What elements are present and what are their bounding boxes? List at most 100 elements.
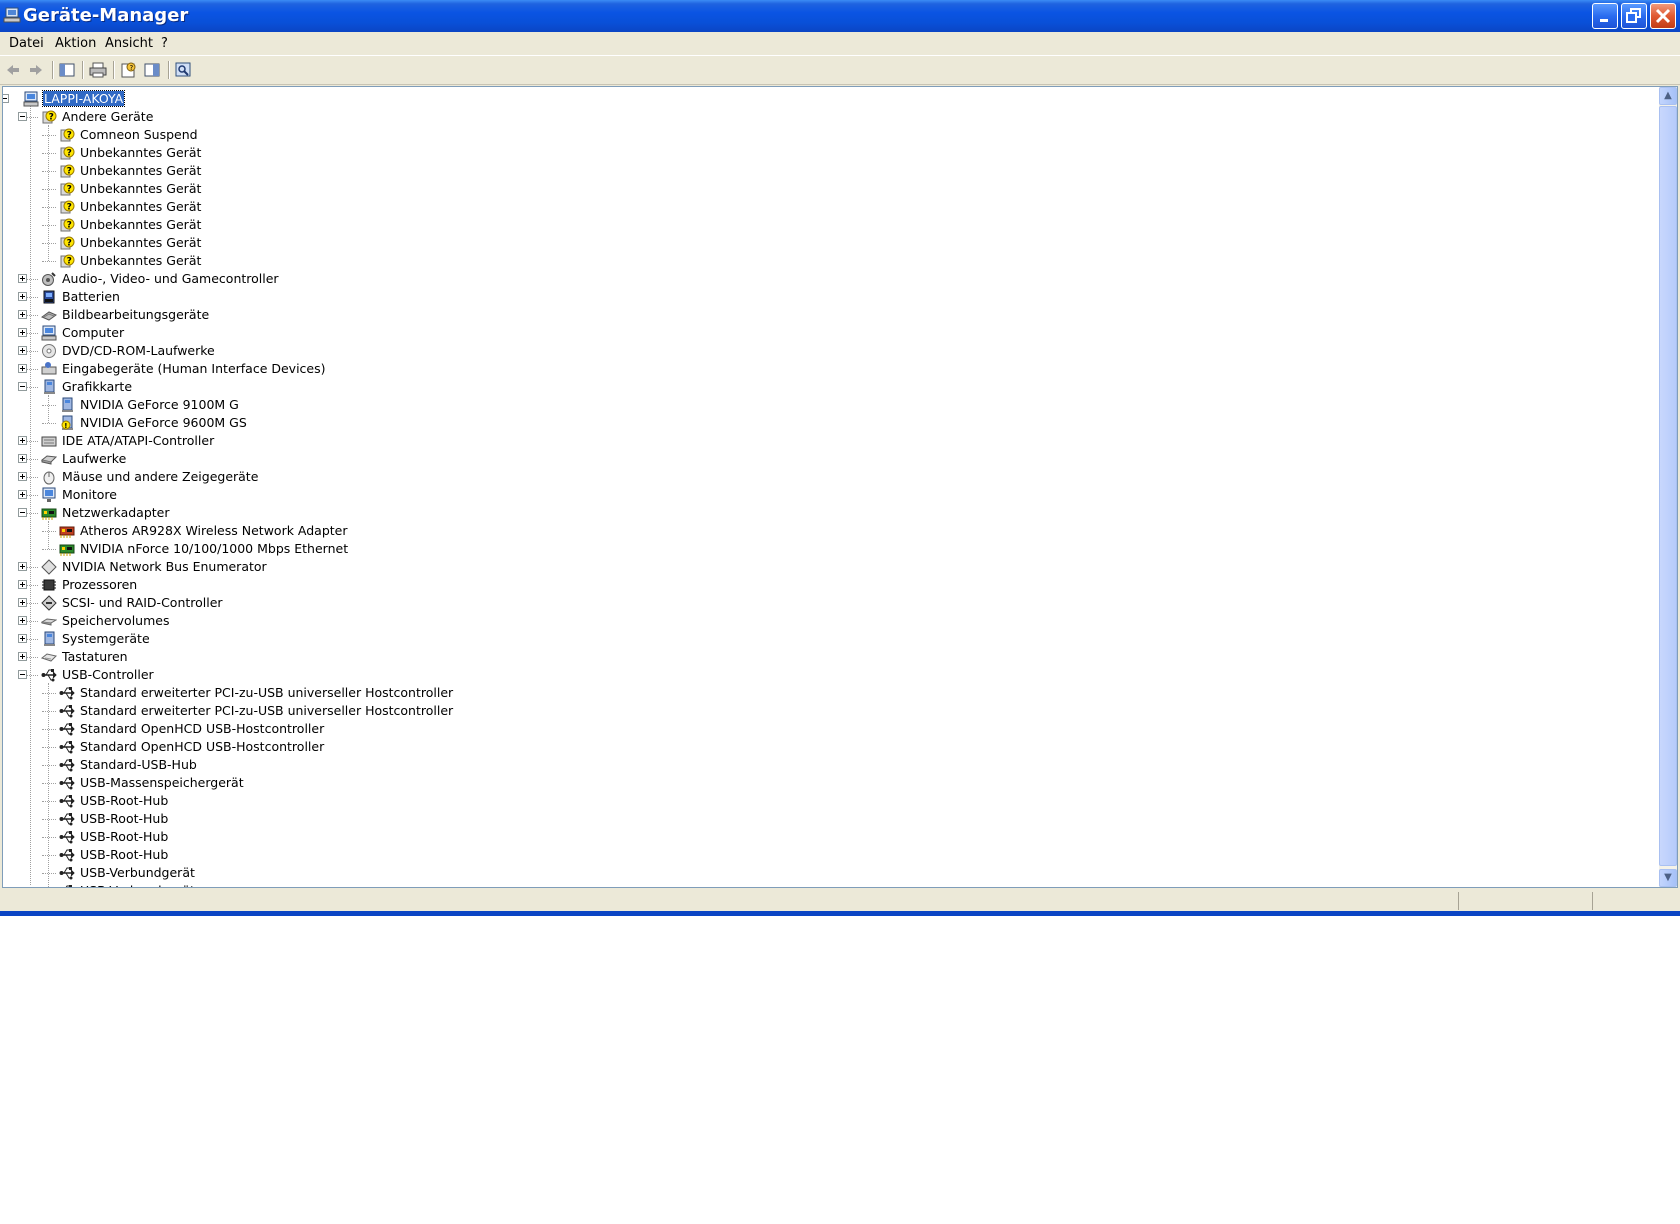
menu-help[interactable]: ? xyxy=(161,36,168,51)
status-panel-divider xyxy=(1458,892,1460,910)
menu-datei[interactable]: Datei xyxy=(9,36,44,51)
svg-text:?: ? xyxy=(130,64,134,72)
vertical-scrollbar[interactable]: ▲ ▼ xyxy=(1659,87,1677,887)
status-bar xyxy=(0,889,1680,913)
svg-text:?: ? xyxy=(49,113,54,123)
usb-icon xyxy=(41,667,57,683)
category-label: DVD/CD-ROM-Laufwerke xyxy=(62,343,215,358)
root-label: LAPPI-AKOYA xyxy=(41,90,126,107)
expand-toggle[interactable] xyxy=(18,580,27,589)
title-bar[interactable]: Geräte-Manager xyxy=(0,0,1680,32)
svg-text:?: ? xyxy=(67,203,72,213)
category-label: Laufwerke xyxy=(62,451,127,466)
help-pane-icon[interactable] xyxy=(141,60,163,80)
expand-toggle[interactable] xyxy=(18,472,27,481)
device-manager-window: Geräte-Manager Datei Aktion Ansicht ? ? xyxy=(0,0,1680,916)
toolbar-separator xyxy=(168,61,170,79)
category-label: Computer xyxy=(62,325,125,340)
device-label: USB-Root-Hub xyxy=(80,829,169,844)
print-icon[interactable] xyxy=(87,60,109,80)
category-label: Eingabegeräte (Human Interface Devices) xyxy=(62,361,326,376)
dvd-icon xyxy=(41,343,57,359)
scrollbar-thumb[interactable] xyxy=(1659,106,1677,866)
category-label: Speichervolumes xyxy=(62,613,170,628)
scan-hardware-icon[interactable] xyxy=(172,60,194,80)
collapse-toggle[interactable] xyxy=(3,94,9,103)
disk-drive-icon xyxy=(40,451,58,467)
collapse-toggle[interactable] xyxy=(18,382,27,391)
show-hide-tree-icon[interactable] xyxy=(56,60,78,80)
usb-icon xyxy=(59,811,75,827)
minimize-button[interactable] xyxy=(1592,3,1618,29)
tree-connector xyxy=(42,693,56,694)
device-tree-pane[interactable]: LAPPI-AKOYA? Andere Geräte? Comneon Suspen… xyxy=(2,86,1678,888)
expand-toggle[interactable] xyxy=(18,328,27,337)
category-label: Batterien xyxy=(62,289,120,304)
menu-aktion[interactable]: Aktion xyxy=(55,36,96,51)
close-button[interactable] xyxy=(1650,3,1676,29)
collapse-toggle[interactable] xyxy=(18,670,27,679)
scsi-icon xyxy=(41,595,57,611)
device-label: Standard erweiterter PCI-zu-USB universe… xyxy=(80,703,454,718)
tree-connector xyxy=(42,531,56,532)
ide-icon xyxy=(41,433,57,449)
device-label: NVIDIA GeForce 9600M GS xyxy=(80,415,247,430)
restore-button[interactable] xyxy=(1621,3,1647,29)
expand-toggle[interactable] xyxy=(18,364,27,373)
tree-guide-line xyxy=(48,521,49,549)
computer-icon xyxy=(41,325,57,341)
device-label: Unbekanntes Gerät xyxy=(80,217,202,232)
svg-text:!: ! xyxy=(64,422,67,430)
expand-toggle[interactable] xyxy=(18,634,27,643)
expand-toggle[interactable] xyxy=(18,292,27,301)
toolbar-separator xyxy=(52,61,54,79)
expand-toggle[interactable] xyxy=(18,436,27,445)
expand-toggle[interactable] xyxy=(18,490,27,499)
usb-icon xyxy=(59,685,75,701)
unknown-device-icon: ? xyxy=(59,145,75,161)
expand-toggle[interactable] xyxy=(18,346,27,355)
usb-icon xyxy=(59,865,75,881)
device-label: Standard-USB-Hub xyxy=(80,757,197,772)
properties-icon[interactable]: ? xyxy=(117,60,139,80)
expand-toggle[interactable] xyxy=(18,562,27,571)
tree-connector xyxy=(42,855,56,856)
category-label: Tastaturen xyxy=(62,649,128,664)
device-label: USB-Root-Hub xyxy=(80,811,169,826)
category-label: Audio-, Video- und Gamecontroller xyxy=(62,271,279,286)
expand-toggle[interactable] xyxy=(18,274,27,283)
toolbar-separator xyxy=(82,61,84,79)
category-label: Bildbearbeitungsgeräte xyxy=(62,307,210,322)
expand-toggle[interactable] xyxy=(18,652,27,661)
collapse-toggle[interactable] xyxy=(18,112,27,121)
mouse-icon xyxy=(41,469,57,485)
restore-icon xyxy=(1626,8,1641,23)
forward-icon[interactable] xyxy=(25,60,47,80)
back-icon[interactable] xyxy=(2,60,24,80)
category-label: Prozessoren xyxy=(62,577,138,592)
category-label: Mäuse und andere Zeigegeräte xyxy=(62,469,259,484)
device-label: Unbekanntes Gerät xyxy=(80,199,202,214)
collapse-toggle[interactable] xyxy=(18,508,27,517)
expand-toggle[interactable] xyxy=(18,616,27,625)
tree-guide-line xyxy=(48,395,49,423)
scroll-down-button[interactable]: ▼ xyxy=(1659,869,1677,887)
category-label: Monitore xyxy=(62,487,117,502)
svg-text:?: ? xyxy=(67,185,72,195)
status-panel-divider xyxy=(1592,892,1594,910)
tree-connector xyxy=(42,405,56,406)
menu-ansicht[interactable]: Ansicht xyxy=(105,36,153,51)
scroll-up-button[interactable]: ▲ xyxy=(1659,87,1677,105)
scanner-icon xyxy=(40,307,58,323)
expand-toggle[interactable] xyxy=(18,454,27,463)
usb-icon xyxy=(59,775,75,791)
tree-connector xyxy=(42,135,56,136)
battery-icon xyxy=(41,289,57,305)
window-bottom-border xyxy=(0,911,1680,916)
usb-icon xyxy=(59,847,75,863)
device-label: Standard OpenHCD USB-Hostcontroller xyxy=(80,739,325,754)
expand-toggle[interactable] xyxy=(18,598,27,607)
toolbar-separator xyxy=(113,61,115,79)
expand-toggle[interactable] xyxy=(18,310,27,319)
device-label: Atheros AR928X Wireless Network Adapter xyxy=(80,523,348,538)
